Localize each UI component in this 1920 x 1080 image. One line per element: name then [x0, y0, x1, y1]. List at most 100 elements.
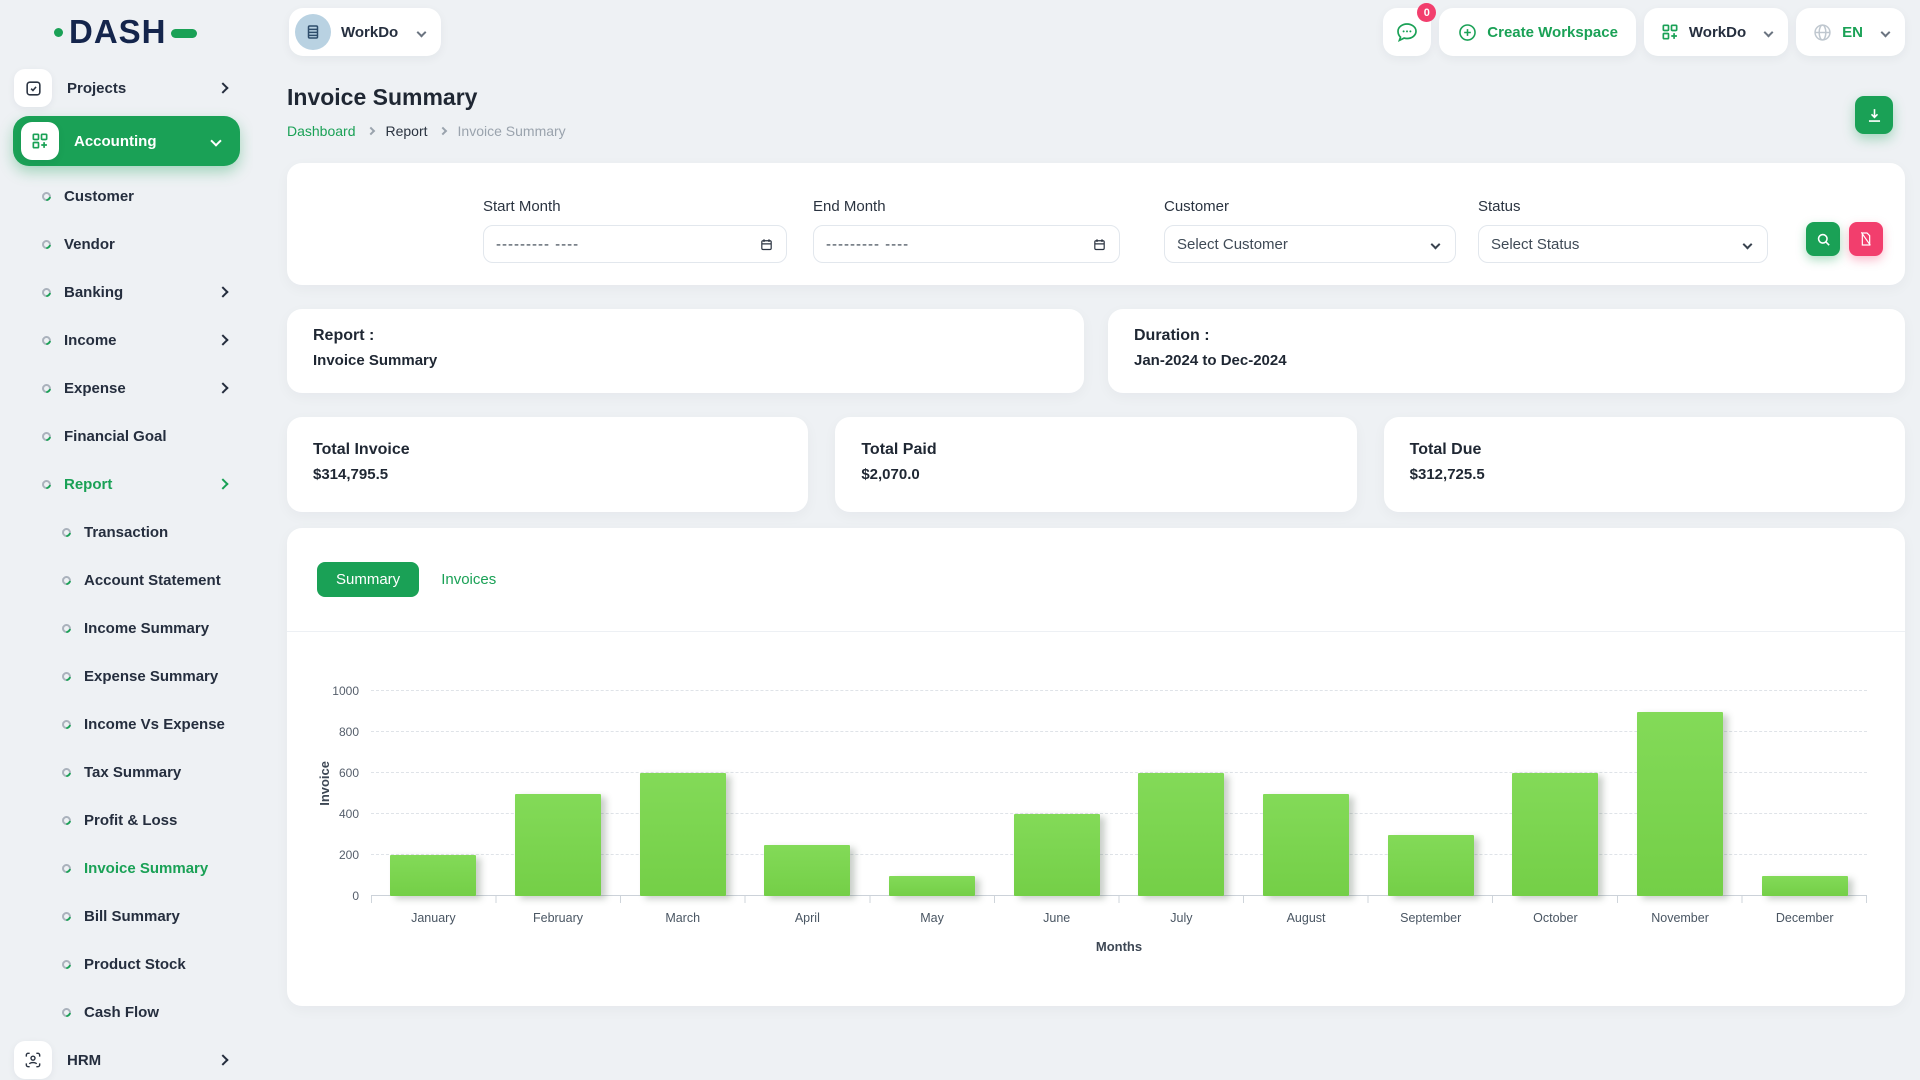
- sidebar-item-income-summary[interactable]: Income Summary: [0, 604, 253, 652]
- end-month-input[interactable]: [826, 236, 1092, 253]
- download-button[interactable]: [1855, 96, 1893, 134]
- page-title: Invoice Summary: [287, 84, 1905, 111]
- sidebar-item-invoice-summary[interactable]: Invoice Summary: [0, 844, 253, 892]
- grid-plus-icon: [21, 122, 59, 160]
- bar-august[interactable]: [1263, 794, 1349, 897]
- bar-july[interactable]: [1138, 773, 1224, 896]
- person-scan-icon: [14, 1041, 52, 1079]
- x-axis-ticks: [371, 896, 1867, 903]
- sidebar-item-label: Transaction: [84, 524, 168, 541]
- sidebar-item-financial-goal[interactable]: Financial Goal: [0, 412, 253, 460]
- bar-january[interactable]: [390, 855, 476, 896]
- bar-march[interactable]: [640, 773, 726, 896]
- sidebar-item-expense-summary[interactable]: Expense Summary: [0, 652, 253, 700]
- customer-field: Customer Select Customer: [1164, 198, 1456, 263]
- bar-june[interactable]: [1014, 814, 1100, 896]
- bar-february[interactable]: [515, 794, 601, 897]
- messages-button[interactable]: 0: [1383, 8, 1431, 56]
- tab-invoices[interactable]: Invoices: [441, 571, 496, 588]
- total-paid-label: Total Paid: [861, 441, 1330, 459]
- sidebar-item-label: Banking: [64, 284, 123, 301]
- breadcrumb-item-report[interactable]: Report: [386, 123, 428, 139]
- sidebar-item-cash-flow[interactable]: Cash Flow: [0, 988, 253, 1036]
- create-workspace-button[interactable]: Create Workspace: [1439, 8, 1636, 56]
- chevron-down-icon: [417, 27, 427, 37]
- bar-slot: [1119, 691, 1244, 896]
- ring-bullet-icon: [60, 766, 73, 779]
- sidebar-item-transaction[interactable]: Transaction: [0, 508, 253, 556]
- language-button[interactable]: EN: [1796, 8, 1905, 56]
- chevron-down-icon: [1764, 27, 1774, 37]
- total-paid-card: Total Paid $2,070.0: [835, 417, 1356, 512]
- chart-tabs: Summary Invoices: [287, 528, 1905, 632]
- sidebar-item-vendor[interactable]: Vendor: [0, 220, 253, 268]
- x-axis-title: Months: [371, 939, 1867, 954]
- notification-badge: 0: [1417, 3, 1436, 22]
- calendar-icon[interactable]: [1092, 237, 1107, 252]
- sidebar-item-tax-summary[interactable]: Tax Summary: [0, 748, 253, 796]
- total-invoice-value: $314,795.5: [313, 466, 782, 483]
- bar-slot: [745, 691, 870, 896]
- sidebar-item-account-statement[interactable]: Account Statement: [0, 556, 253, 604]
- total-invoice-card: Total Invoice $314,795.5: [287, 417, 808, 512]
- bar-slot: [620, 691, 745, 896]
- x-tick-label: April: [745, 911, 870, 925]
- sidebar-item-report[interactable]: Report: [0, 460, 253, 508]
- language-label: EN: [1842, 24, 1863, 41]
- x-tick-label: December: [1742, 911, 1867, 925]
- sidebar-item-expense[interactable]: Expense: [0, 364, 253, 412]
- bar-slot: [994, 691, 1119, 896]
- bar-slot: [1742, 691, 1867, 896]
- breadcrumb-link-dashboard[interactable]: Dashboard: [287, 123, 356, 139]
- bar-november[interactable]: [1637, 712, 1723, 897]
- y-tick-label: 800: [339, 725, 359, 739]
- status-field: Status Select Status: [1478, 198, 1768, 263]
- duration-card: Duration : Jan-2024 to Dec-2024: [1108, 309, 1905, 393]
- workspace-menu-button[interactable]: WorkDo: [1644, 8, 1788, 56]
- create-workspace-label: Create Workspace: [1487, 24, 1618, 41]
- logo-dash-icon: [171, 29, 197, 38]
- customer-select[interactable]: Select Customer: [1164, 225, 1456, 263]
- chevron-right-icon: [217, 82, 228, 93]
- sidebar-item-income-vs-expense[interactable]: Income Vs Expense: [0, 700, 253, 748]
- bars-row: [371, 691, 1867, 896]
- ring-bullet-icon: [40, 430, 53, 443]
- reset-button[interactable]: [1849, 222, 1883, 256]
- sidebar-item-projects[interactable]: Projects: [0, 64, 253, 112]
- chart-card: Summary Invoices Invoice 020040060080010…: [287, 528, 1905, 1006]
- bar-april[interactable]: [764, 845, 850, 896]
- report-label: Report :: [313, 327, 1058, 345]
- calendar-icon[interactable]: [759, 237, 774, 252]
- end-month-input-wrap: [813, 225, 1120, 263]
- status-select[interactable]: Select Status: [1478, 225, 1768, 263]
- breadcrumb: Dashboard Report Invoice Summary: [287, 123, 1905, 139]
- sidebar-item-banking[interactable]: Banking: [0, 268, 253, 316]
- sidebar-item-profit-loss[interactable]: Profit & Loss: [0, 796, 253, 844]
- sidebar-item-label: Financial Goal: [64, 428, 167, 445]
- sidebar-item-accounting[interactable]: Accounting: [13, 116, 240, 166]
- sidebar-item-hrm[interactable]: HRM: [0, 1036, 253, 1080]
- bar-december[interactable]: [1762, 876, 1848, 897]
- checkbox-icon: [14, 69, 52, 107]
- sidebar-item-income[interactable]: Income: [0, 316, 253, 364]
- duration-value: Jan-2024 to Dec-2024: [1134, 352, 1879, 369]
- sidebar-item-product-stock[interactable]: Product Stock: [0, 940, 253, 988]
- end-month-field: End Month: [813, 198, 1120, 263]
- workspace-switcher[interactable]: WorkDo: [289, 8, 441, 56]
- start-month-input[interactable]: [496, 236, 759, 253]
- top-bar: WorkDo 0 Create Workspace: [287, 0, 1905, 64]
- sidebar-item-label: HRM: [67, 1052, 101, 1069]
- bar-may[interactable]: [889, 876, 975, 897]
- sidebar-item-customer[interactable]: Customer: [0, 172, 253, 220]
- ring-bullet-icon: [60, 958, 73, 971]
- bar-september[interactable]: [1388, 835, 1474, 897]
- search-button[interactable]: [1806, 222, 1840, 256]
- chevron-right-icon: [217, 382, 228, 393]
- sidebar-item-label: Income: [64, 332, 117, 349]
- dash-logo[interactable]: DASH: [0, 0, 253, 64]
- total-due-value: $312,725.5: [1410, 466, 1879, 483]
- tab-summary[interactable]: Summary: [317, 562, 419, 597]
- status-select-value: Select Status: [1491, 236, 1579, 253]
- sidebar-item-bill-summary[interactable]: Bill Summary: [0, 892, 253, 940]
- bar-october[interactable]: [1512, 773, 1598, 896]
